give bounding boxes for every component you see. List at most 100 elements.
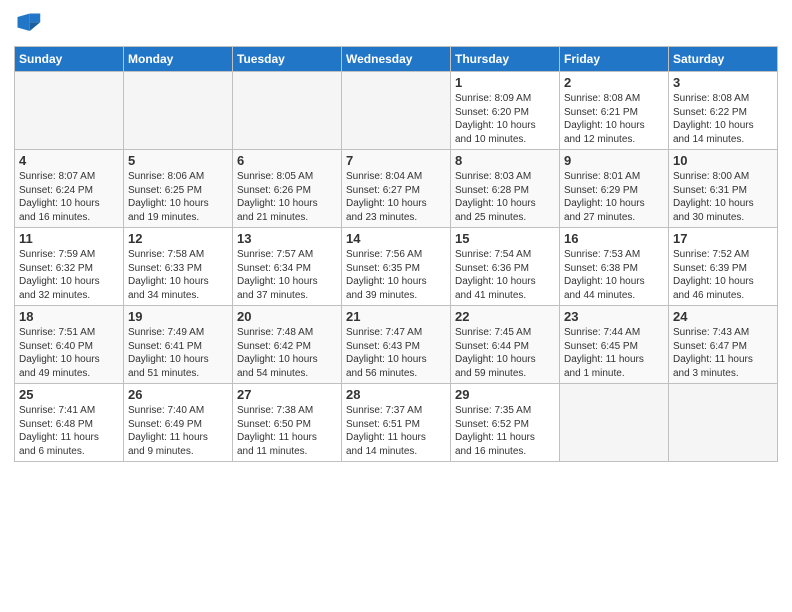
day-info: Sunrise: 7:57 AM Sunset: 6:34 PM Dayligh…	[237, 248, 337, 302]
col-header-sunday: Sunday	[15, 47, 124, 72]
day-info: Sunrise: 8:08 AM Sunset: 6:22 PM Dayligh…	[673, 92, 773, 146]
day-cell: 4 Sunrise: 8:07 AM Sunset: 6:24 PM Daylig…	[15, 150, 124, 228]
day-cell: 6 Sunrise: 8:05 AM Sunset: 6:26 PM Daylig…	[233, 150, 342, 228]
day-number: 29	[455, 387, 555, 402]
day-cell: 19 Sunrise: 7:49 AM Sunset: 6:41 PM Dayli…	[124, 306, 233, 384]
day-cell	[15, 72, 124, 150]
week-row-4: 25 Sunrise: 7:41 AM Sunset: 6:48 PM Dayli…	[15, 384, 778, 462]
col-header-saturday: Saturday	[669, 47, 778, 72]
day-cell: 18Sunrise: 7:51 AM Sunset: 6:40 PM Dayli…	[15, 306, 124, 384]
day-number: 23	[564, 309, 664, 324]
day-cell: 7 Sunrise: 8:04 AM Sunset: 6:27 PM Daylig…	[342, 150, 451, 228]
logo	[14, 10, 46, 38]
day-info: Sunrise: 7:48 AM Sunset: 6:42 PM Dayligh…	[237, 326, 337, 380]
day-cell: 2Sunrise: 8:08 AM Sunset: 6:21 PM Daylig…	[560, 72, 669, 150]
week-row-1: 4 Sunrise: 8:07 AM Sunset: 6:24 PM Daylig…	[15, 150, 778, 228]
col-header-monday: Monday	[124, 47, 233, 72]
day-number: 26	[128, 387, 228, 402]
day-cell: 16 Sunrise: 7:53 AM Sunset: 6:38 PM Dayli…	[560, 228, 669, 306]
day-cell: 21 Sunrise: 7:47 AM Sunset: 6:43 PM Dayli…	[342, 306, 451, 384]
day-number: 25	[19, 387, 119, 402]
col-header-friday: Friday	[560, 47, 669, 72]
header-row: SundayMondayTuesdayWednesdayThursdayFrid…	[15, 47, 778, 72]
day-number: 5	[128, 153, 228, 168]
day-number: 7	[346, 153, 446, 168]
day-info: Sunrise: 7:43 AM Sunset: 6:47 PM Dayligh…	[673, 326, 773, 380]
day-number: 27	[237, 387, 337, 402]
day-number: 22	[455, 309, 555, 324]
day-number: 4	[19, 153, 119, 168]
day-cell: 27 Sunrise: 7:38 AM Sunset: 6:50 PM Dayli…	[233, 384, 342, 462]
day-cell: 28 Sunrise: 7:37 AM Sunset: 6:51 PM Dayli…	[342, 384, 451, 462]
day-number: 2	[564, 75, 664, 90]
day-cell	[233, 72, 342, 150]
day-number: 1	[455, 75, 555, 90]
day-number: 3	[673, 75, 773, 90]
day-info: Sunrise: 8:04 AM Sunset: 6:27 PM Dayligh…	[346, 170, 446, 224]
day-number: 19	[128, 309, 228, 324]
day-cell: 13 Sunrise: 7:57 AM Sunset: 6:34 PM Dayli…	[233, 228, 342, 306]
day-info: Sunrise: 7:52 AM Sunset: 6:39 PM Dayligh…	[673, 248, 773, 302]
day-number: 17	[673, 231, 773, 246]
day-cell: 24 Sunrise: 7:43 AM Sunset: 6:47 PM Dayli…	[669, 306, 778, 384]
day-cell: 1 Sunrise: 8:09 AM Sunset: 6:20 PM Daylig…	[451, 72, 560, 150]
week-row-2: 11Sunrise: 7:59 AM Sunset: 6:32 PM Dayli…	[15, 228, 778, 306]
day-cell: 17 Sunrise: 7:52 AM Sunset: 6:39 PM Dayli…	[669, 228, 778, 306]
col-header-thursday: Thursday	[451, 47, 560, 72]
day-cell: 22 Sunrise: 7:45 AM Sunset: 6:44 PM Dayli…	[451, 306, 560, 384]
day-cell: 9 Sunrise: 8:01 AM Sunset: 6:29 PM Daylig…	[560, 150, 669, 228]
day-info: Sunrise: 7:35 AM Sunset: 6:52 PM Dayligh…	[455, 404, 555, 458]
day-info: Sunrise: 8:07 AM Sunset: 6:24 PM Dayligh…	[19, 170, 119, 224]
day-info: Sunrise: 7:41 AM Sunset: 6:48 PM Dayligh…	[19, 404, 119, 458]
day-cell: 12Sunrise: 7:58 AM Sunset: 6:33 PM Dayli…	[124, 228, 233, 306]
day-cell	[124, 72, 233, 150]
day-info: Sunrise: 7:40 AM Sunset: 6:49 PM Dayligh…	[128, 404, 228, 458]
day-number: 15	[455, 231, 555, 246]
day-info: Sunrise: 7:49 AM Sunset: 6:41 PM Dayligh…	[128, 326, 228, 380]
day-cell	[669, 384, 778, 462]
week-row-3: 18Sunrise: 7:51 AM Sunset: 6:40 PM Dayli…	[15, 306, 778, 384]
day-number: 12	[128, 231, 228, 246]
day-info: Sunrise: 8:06 AM Sunset: 6:25 PM Dayligh…	[128, 170, 228, 224]
day-cell	[560, 384, 669, 462]
day-info: Sunrise: 7:44 AM Sunset: 6:45 PM Dayligh…	[564, 326, 664, 380]
day-info: Sunrise: 8:03 AM Sunset: 6:28 PM Dayligh…	[455, 170, 555, 224]
day-info: Sunrise: 7:38 AM Sunset: 6:50 PM Dayligh…	[237, 404, 337, 458]
day-cell: 5 Sunrise: 8:06 AM Sunset: 6:25 PM Daylig…	[124, 150, 233, 228]
day-info: Sunrise: 7:59 AM Sunset: 6:32 PM Dayligh…	[19, 248, 119, 302]
day-cell: 25 Sunrise: 7:41 AM Sunset: 6:48 PM Dayli…	[15, 384, 124, 462]
day-info: Sunrise: 7:45 AM Sunset: 6:44 PM Dayligh…	[455, 326, 555, 380]
day-number: 16	[564, 231, 664, 246]
col-header-wednesday: Wednesday	[342, 47, 451, 72]
day-cell: 10 Sunrise: 8:00 AM Sunset: 6:31 PM Dayli…	[669, 150, 778, 228]
day-number: 13	[237, 231, 337, 246]
day-info: Sunrise: 8:00 AM Sunset: 6:31 PM Dayligh…	[673, 170, 773, 224]
day-number: 24	[673, 309, 773, 324]
header	[14, 10, 778, 38]
day-number: 28	[346, 387, 446, 402]
day-info: Sunrise: 7:53 AM Sunset: 6:38 PM Dayligh…	[564, 248, 664, 302]
day-number: 10	[673, 153, 773, 168]
day-cell: 20 Sunrise: 7:48 AM Sunset: 6:42 PM Dayli…	[233, 306, 342, 384]
day-info: Sunrise: 8:05 AM Sunset: 6:26 PM Dayligh…	[237, 170, 337, 224]
day-info: Sunrise: 7:37 AM Sunset: 6:51 PM Dayligh…	[346, 404, 446, 458]
day-info: Sunrise: 7:47 AM Sunset: 6:43 PM Dayligh…	[346, 326, 446, 380]
day-cell: 14Sunrise: 7:56 AM Sunset: 6:35 PM Dayli…	[342, 228, 451, 306]
day-cell: 15 Sunrise: 7:54 AM Sunset: 6:36 PM Dayli…	[451, 228, 560, 306]
day-cell: 26 Sunrise: 7:40 AM Sunset: 6:49 PM Dayli…	[124, 384, 233, 462]
day-number: 20	[237, 309, 337, 324]
day-info: Sunrise: 7:54 AM Sunset: 6:36 PM Dayligh…	[455, 248, 555, 302]
day-cell: 3 Sunrise: 8:08 AM Sunset: 6:22 PM Daylig…	[669, 72, 778, 150]
day-number: 21	[346, 309, 446, 324]
calendar-table: SundayMondayTuesdayWednesdayThursdayFrid…	[14, 46, 778, 462]
day-info: Sunrise: 8:09 AM Sunset: 6:20 PM Dayligh…	[455, 92, 555, 146]
day-cell	[342, 72, 451, 150]
day-number: 6	[237, 153, 337, 168]
day-number: 9	[564, 153, 664, 168]
day-info: Sunrise: 8:01 AM Sunset: 6:29 PM Dayligh…	[564, 170, 664, 224]
day-cell: 29 Sunrise: 7:35 AM Sunset: 6:52 PM Dayli…	[451, 384, 560, 462]
col-header-tuesday: Tuesday	[233, 47, 342, 72]
day-number: 14	[346, 231, 446, 246]
day-number: 8	[455, 153, 555, 168]
day-cell: 11Sunrise: 7:59 AM Sunset: 6:32 PM Dayli…	[15, 228, 124, 306]
